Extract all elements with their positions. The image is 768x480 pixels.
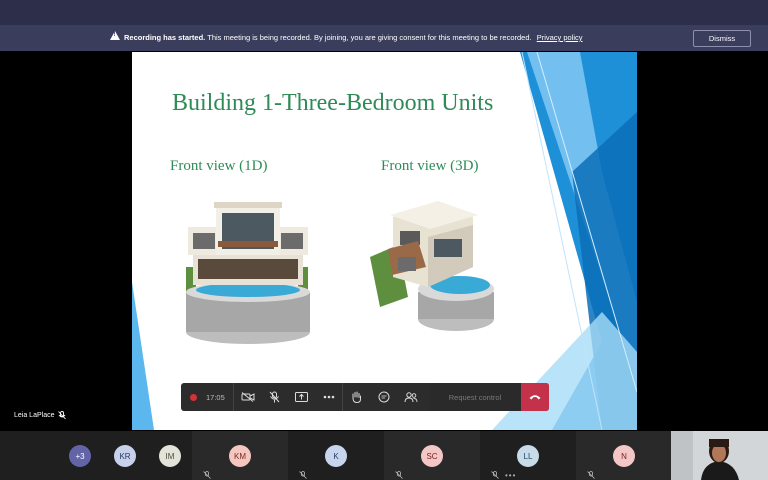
people-icon xyxy=(404,391,417,402)
avatar[interactable]: SC xyxy=(421,445,443,467)
avatar[interactable]: IM xyxy=(159,445,181,467)
camera-toggle-button[interactable] xyxy=(234,383,261,411)
hang-up-icon xyxy=(529,395,541,400)
avatar-initials: IM xyxy=(165,451,175,461)
mic-muted-icon xyxy=(299,471,307,479)
recording-text: This meeting is being recorded. By joini… xyxy=(207,33,532,42)
more-icon xyxy=(323,395,334,399)
privacy-policy-link[interactable]: Privacy policy xyxy=(537,33,583,42)
request-control-button[interactable]: Request control xyxy=(430,383,520,411)
avatar-initials: N xyxy=(621,451,627,461)
building-3d-image xyxy=(370,201,494,331)
avatar[interactable]: LL xyxy=(517,445,539,467)
recording-title: Recording has started. xyxy=(124,33,206,42)
mic-muted-icon xyxy=(58,411,67,420)
meeting-controls: 17:05 Request control xyxy=(181,383,549,411)
mic-muted-icon xyxy=(491,471,499,479)
recording-banner: Recording has started. This meeting is b… xyxy=(0,25,768,51)
recording-indicator[interactable]: 17:05 xyxy=(181,383,233,411)
avatar[interactable]: KM xyxy=(229,445,251,467)
dismiss-button[interactable]: Dismiss xyxy=(693,30,751,47)
more-actions-button[interactable] xyxy=(315,383,342,411)
leave-call-button[interactable] xyxy=(521,383,549,411)
avatar-initials: K xyxy=(333,451,339,461)
mic-muted-icon xyxy=(587,471,595,479)
share-tray-icon xyxy=(295,392,308,402)
presenter-name: Leia LaPlace xyxy=(14,412,55,419)
participant-video-image xyxy=(671,431,768,480)
avatar-initials: KM xyxy=(234,451,246,461)
overflow-participants-button[interactable]: +3 xyxy=(69,445,91,467)
mic-toggle-button[interactable] xyxy=(261,383,288,411)
more-options-icon[interactable]: ••• xyxy=(505,471,516,480)
slide-title: Building 1-Three-Bedroom Units xyxy=(172,90,494,116)
avatar[interactable]: KR xyxy=(114,445,136,467)
meeting-timer: 17:05 xyxy=(206,392,225,402)
self-video-tile[interactable] xyxy=(671,431,768,480)
camera-off-icon xyxy=(241,392,254,402)
subtitle-front-view-3d: Front view (3D) xyxy=(381,158,479,174)
building-front-1d-image xyxy=(186,202,310,344)
avatar-initials: SC xyxy=(426,451,438,461)
hand-icon xyxy=(352,391,361,403)
avatar-initials: +3 xyxy=(75,451,85,461)
avatar-initials: KR xyxy=(119,451,131,461)
avatar[interactable]: K xyxy=(325,445,347,467)
shared-slide: Building 1-Three-Bedroom Units Front vie… xyxy=(132,52,637,430)
raise-hand-button[interactable] xyxy=(343,383,370,411)
chat-icon xyxy=(378,391,389,403)
mic-muted-icon xyxy=(395,471,403,479)
warning-icon xyxy=(110,31,120,40)
participant-tray: +3 KR IM KM K SC LL N ••• xyxy=(0,431,768,480)
subtitle-front-view-1d: Front view (1D) xyxy=(170,158,268,174)
recording-message: Recording has started. This meeting is b… xyxy=(124,33,583,42)
mic-muted-icon xyxy=(203,471,211,479)
top-bar xyxy=(0,0,768,25)
participants-button[interactable] xyxy=(397,383,424,411)
record-icon xyxy=(190,393,197,401)
share-screen-button[interactable] xyxy=(288,383,315,411)
presenter-label: Leia LaPlace xyxy=(14,411,67,420)
avatar-initials: LL xyxy=(523,451,533,461)
avatar[interactable]: N xyxy=(613,445,635,467)
mic-off-icon xyxy=(269,391,280,403)
chat-button[interactable] xyxy=(370,383,397,411)
